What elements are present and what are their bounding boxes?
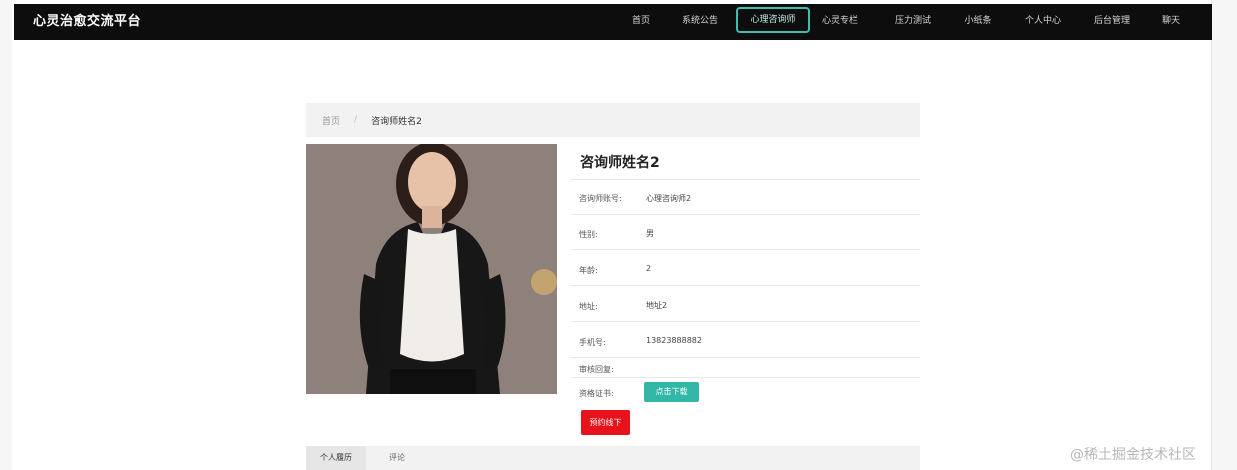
watermark-text: @稀土掘金技术社区 (1070, 447, 1196, 463)
nav-item-admin[interactable]: 后台管理 (1088, 8, 1136, 34)
field-row-gender: 性别: 男 (571, 214, 920, 250)
right-edge (1211, 0, 1212, 470)
field-row-review-reply: 审核回复: (571, 357, 920, 378)
nav-item-counselors[interactable]: 心理咨询师 (736, 7, 810, 33)
site-brand[interactable]: 心灵治愈交流平台 (33, 4, 141, 40)
field-label: 审核回复: (579, 365, 614, 374)
nav-item-chat[interactable]: 聊天 (1159, 8, 1183, 34)
nav-item-home[interactable]: 首页 (624, 8, 658, 34)
breadcrumb-separator: / (354, 115, 358, 125)
top-navbar: 心灵治愈交流平台 首页 系统公告 心理咨询师 心灵专栏 压力测试 小纸条 个人中… (14, 4, 1212, 40)
field-row-phone: 手机号: 13823888882 (571, 321, 920, 358)
field-row-account: 咨询师账号: 心理咨询师2 (571, 179, 920, 215)
breadcrumb-current: 咨询师姓名2 (371, 116, 422, 127)
nav-item-column[interactable]: 心灵专栏 (820, 8, 860, 34)
breadcrumb: 首页 / 咨询师姓名2 (306, 103, 920, 137)
field-value: 心理咨询师2 (646, 194, 692, 203)
download-certificate-button[interactable]: 点击下载 (644, 382, 699, 402)
counselor-photo (306, 144, 557, 394)
tab-comments[interactable]: 评论 (370, 446, 424, 470)
field-label: 地址: (579, 302, 598, 311)
counselor-portrait-image (306, 144, 557, 394)
nav-item-notes[interactable]: 小纸条 (959, 8, 997, 34)
left-margin (0, 0, 12, 470)
field-label: 性别: (579, 230, 598, 239)
right-margin (1212, 0, 1237, 470)
field-value: 男 (646, 229, 654, 238)
nav-item-profile[interactable]: 个人中心 (1019, 8, 1067, 34)
field-row-address: 地址: 地址2 (571, 285, 920, 322)
field-label: 资格证书: (579, 389, 614, 398)
field-value: 地址2 (646, 301, 668, 310)
field-value: 2 (646, 264, 652, 273)
detail-tabs: 个人履历 评论 (306, 446, 920, 470)
tab-resume[interactable]: 个人履历 (306, 446, 366, 470)
field-label: 咨询师账号: (579, 194, 622, 203)
breadcrumb-home[interactable]: 首页 (322, 114, 340, 127)
field-label: 手机号: (579, 338, 606, 347)
counselor-name: 咨询师姓名2 (580, 155, 660, 171)
nav-item-stress-test[interactable]: 压力测试 (889, 8, 937, 34)
book-offline-button[interactable]: 预约线下 (581, 410, 630, 435)
cursor-highlight (531, 269, 557, 295)
field-row-certificate: 资格证书: (571, 377, 920, 408)
field-label: 年龄: (579, 266, 598, 275)
nav-item-announcements[interactable]: 系统公告 (676, 8, 724, 34)
field-value: 13823888882 (646, 336, 702, 345)
field-row-age: 年龄: 2 (571, 249, 920, 286)
